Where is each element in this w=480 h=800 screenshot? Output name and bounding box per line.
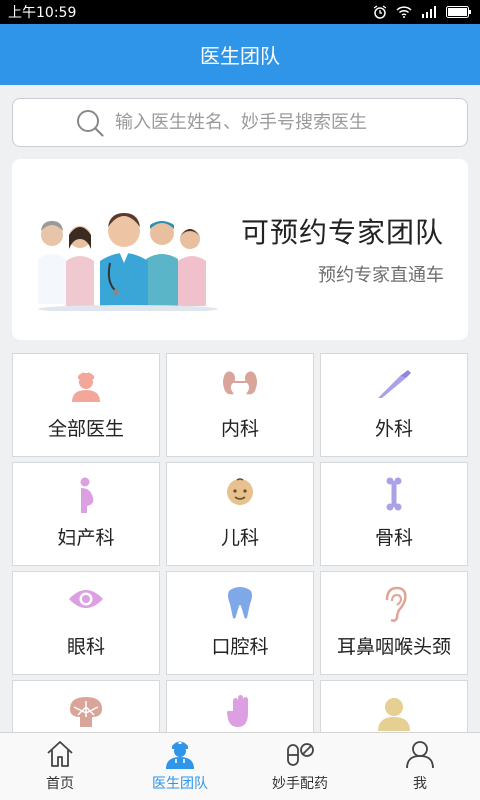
bone-icon [386,477,402,511]
app-header: 医生团队 [0,24,480,85]
nurse-icon [72,371,100,402]
dept-stomatology[interactable]: 口腔科 [166,571,314,675]
user-icon [406,741,434,769]
ear-icon [385,586,407,622]
tab-me[interactable]: 我 [360,733,480,800]
dept-pediatrics[interactable]: 儿科 [166,462,314,566]
eye-icon [69,590,103,608]
person-icon [378,698,410,731]
search-icon [77,109,104,137]
dept-surgery[interactable]: 外科 [320,353,468,457]
status-bar: 上午10:59 [0,0,480,24]
pregnant-woman-icon [80,477,94,513]
tab-medicine[interactable]: 妙手配药 [240,733,360,800]
tab-home[interactable]: 首页 [0,733,120,800]
brain-icon [70,697,102,727]
dept-internal-medicine[interactable]: 内科 [166,353,314,457]
alarm-icon [373,5,387,19]
tab-bar: 首页 医生团队 妙手配药 我 [0,732,480,800]
tab-label: 医生团队 [152,776,208,792]
battery-icon [446,6,471,18]
dept-label: 眼科 [66,636,105,658]
doctor-icon [166,741,194,769]
dept-label: 耳鼻咽喉头颈 [336,636,451,658]
status-time: 上午10:59 [8,5,77,21]
dept-label: 儿科 [220,527,259,549]
page-title: 医生团队 [200,44,280,68]
tab-label: 妙手配药 [272,776,328,792]
doctors-illustration [38,213,218,311]
dept-label: 内科 [220,418,259,440]
banner-title: 可预约专家团队 [240,216,444,249]
tab-label: 我 [413,776,427,792]
search-input[interactable] [115,112,405,133]
dept-ophthalmology[interactable]: 眼科 [12,571,160,675]
dept-all-doctors[interactable]: 全部医生 [12,353,160,457]
tooth-icon [228,587,252,619]
baby-face-icon [227,478,253,505]
signal-icon [422,6,436,18]
pill-icon [287,743,314,766]
dept-label: 妇产科 [57,527,115,549]
dept-obstetrics[interactable]: 妇产科 [12,462,160,566]
home-icon [47,741,73,767]
dept-label: 外科 [374,418,413,440]
banner-subtitle: 预约专家直通车 [318,265,444,286]
dept-label: 全部医生 [47,418,124,440]
dept-orthopedics[interactable]: 骨科 [320,462,468,566]
tab-label: 首页 [46,776,74,792]
dept-label: 骨科 [374,527,413,549]
dept-label: 口腔科 [211,636,269,658]
kidney-icon [223,371,257,395]
search-box[interactable] [12,98,468,147]
tab-doctor-team[interactable]: 医生团队 [120,733,240,800]
dept-ent[interactable]: 耳鼻咽喉头颈 [320,571,468,675]
expert-banner[interactable]: 可预约专家团队 预约专家直通车 [12,159,468,340]
scalpel-icon [378,370,411,398]
hand-icon [227,695,248,727]
wifi-icon [396,6,412,18]
